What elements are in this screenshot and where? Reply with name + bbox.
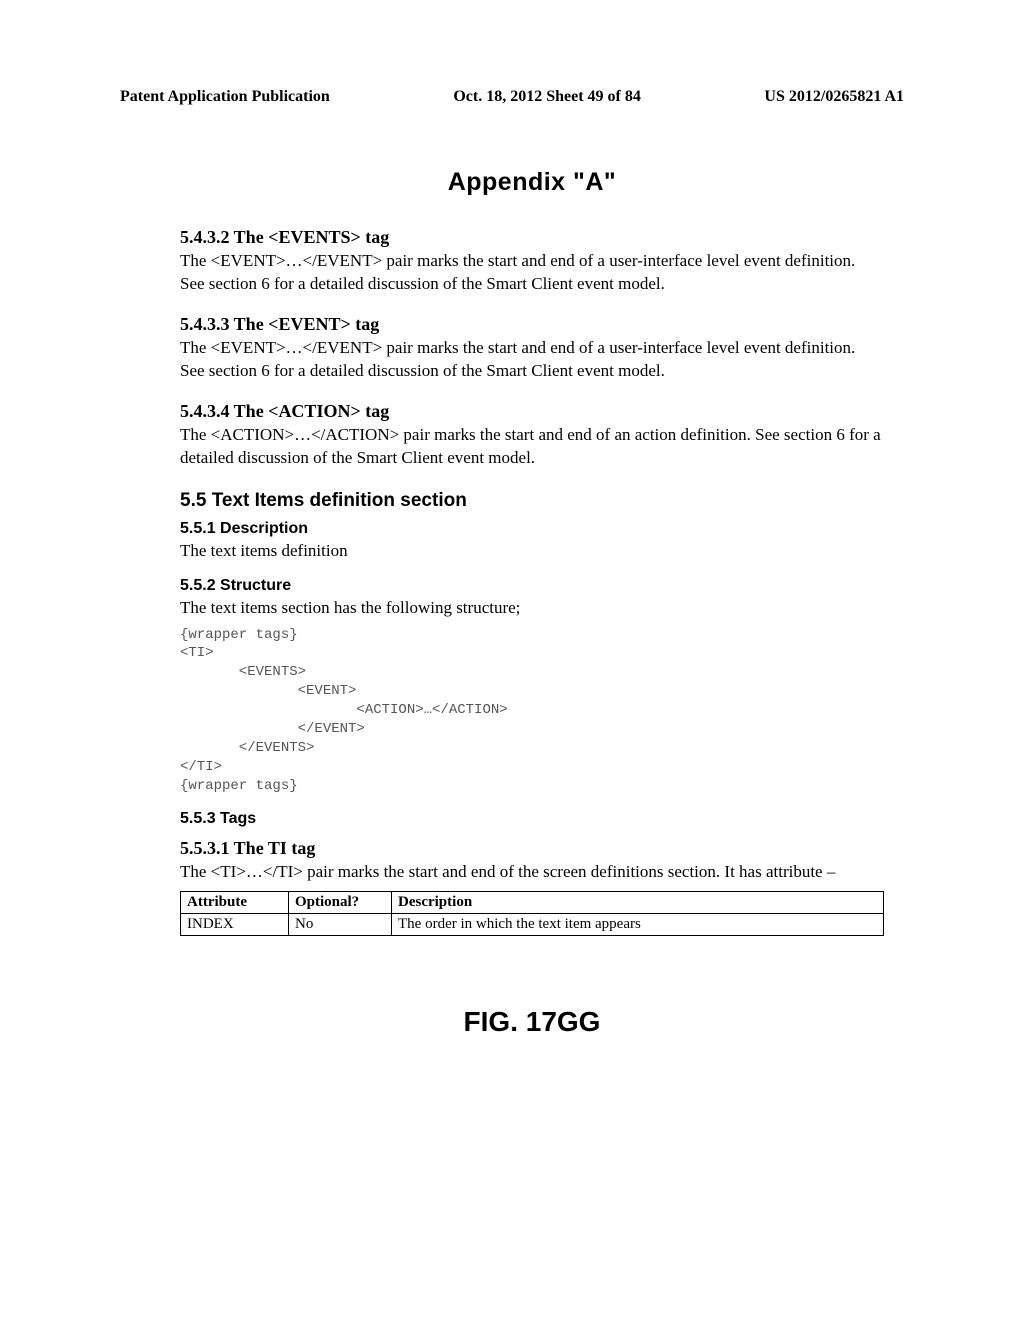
heading-5-5: 5.5 Text Items definition section [180,490,884,512]
th-description: Description [392,892,884,914]
para-5-5-3-1: The <TI>…</TI> pair marks the start and … [180,861,884,884]
table-header-row: Attribute Optional? Description [181,892,884,914]
heading-5-5-2: 5.5.2 Structure [180,577,884,595]
heading-5-4-3-4: 5.4.3.4 The <ACTION> tag [180,401,884,422]
heading-5-5-3-1: 5.5.3.1 The TI tag [180,838,884,859]
code-block-structure: {wrapper tags} <TI> <EVENTS> <EVENT> <AC… [180,626,884,796]
para-5-5-1: The text items definition [180,540,884,563]
td-attribute: INDEX [181,914,289,936]
heading-5-5-3: 5.5.3 Tags [180,810,884,828]
th-attribute: Attribute [181,892,289,914]
appendix-title: Appendix "A" [180,168,884,197]
page: Patent Application Publication Oct. 18, … [0,0,1024,1320]
th-optional: Optional? [289,892,392,914]
para-5-4-3-4: The <ACTION>…</ACTION> pair marks the st… [180,424,884,470]
para-5-4-3-3: The <EVENT>…</EVENT> pair marks the star… [180,337,884,383]
content-area: Appendix "A" 5.4.3.2 The <EVENTS> tag Th… [180,168,884,1038]
table-row: INDEX No The order in which the text ite… [181,914,884,936]
heading-5-4-3-3: 5.4.3.3 The <EVENT> tag [180,314,884,335]
page-header: Patent Application Publication Oct. 18, … [120,88,904,106]
header-center: Oct. 18, 2012 Sheet 49 of 84 [330,88,765,106]
td-optional: No [289,914,392,936]
heading-5-5-1: 5.5.1 Description [180,520,884,538]
heading-5-4-3-2: 5.4.3.2 The <EVENTS> tag [180,227,884,248]
para-5-5-2: The text items section has the following… [180,597,884,620]
header-right: US 2012/0265821 A1 [764,88,904,106]
td-description: The order in which the text item appears [392,914,884,936]
header-left: Patent Application Publication [120,88,330,106]
attribute-table: Attribute Optional? Description INDEX No… [180,891,884,936]
figure-label: FIG. 17GG [180,1006,884,1038]
para-5-4-3-2: The <EVENT>…</EVENT> pair marks the star… [180,250,884,296]
